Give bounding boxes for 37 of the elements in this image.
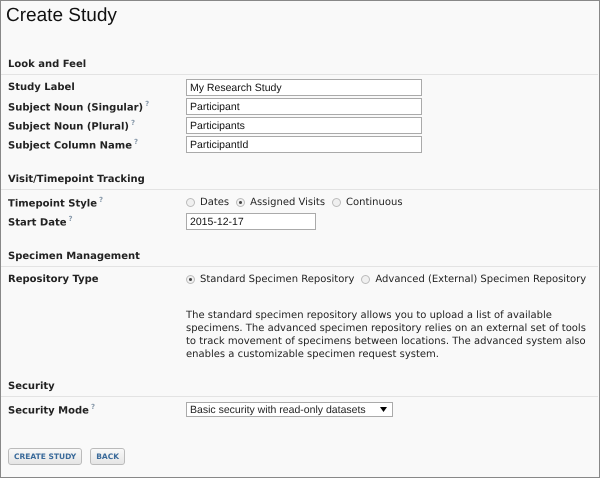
- help-link[interactable]: ?: [130, 118, 136, 127]
- field-label: Study Label: [8, 82, 75, 93]
- field-label: Security Mode: [8, 405, 89, 416]
- field-label: Subject Noun (Plural): [8, 121, 129, 132]
- radio-label: Advanced (External) Specimen Repository: [375, 274, 586, 285]
- radio-button[interactable]: [332, 198, 342, 207]
- radio-button[interactable]: [236, 198, 246, 207]
- field-label: Start Date: [8, 217, 67, 228]
- field-label: Subject Noun (Singular): [8, 102, 144, 114]
- text-field[interactable]: ParticipantId: [186, 136, 422, 153]
- radio-button[interactable]: [361, 275, 370, 284]
- caret-icon: [380, 407, 387, 412]
- text-field[interactable]: Participant: [186, 98, 422, 115]
- page-title: Create Study: [5, 4, 118, 28]
- radio-label: Assigned Visits: [250, 197, 326, 208]
- security-mode-dropdown[interactable]: Basic security with read-only datasets: [186, 402, 393, 417]
- field-label: Subject Column Name: [8, 140, 132, 152]
- section-heading: Security: [1, 381, 598, 397]
- field-label: Timepoint Style: [8, 198, 97, 210]
- text-field[interactable]: Participants: [186, 117, 422, 134]
- help-link[interactable]: ?: [145, 100, 150, 108]
- date-field[interactable]: 2015-12-17: [186, 213, 316, 230]
- help-link[interactable]: ?: [99, 196, 104, 204]
- help-link[interactable]: ?: [68, 214, 73, 223]
- help-link[interactable]: ?: [90, 402, 95, 411]
- radio-label: Continuous: [346, 197, 403, 208]
- radio-button[interactable]: [186, 275, 195, 284]
- help-link[interactable]: ?: [134, 138, 138, 146]
- description-text: The standard specimen repository allows you to upload a list of available specimens. The advanced specimen repository relies on an external set of tools to track movement of specimens between locations. The advanced system also enables a customizable specimen request system.: [186, 309, 587, 361]
- radio-label: Dates: [200, 197, 230, 208]
- radio-button[interactable]: [186, 198, 195, 207]
- section-heading: Look and Feel: [1, 59, 598, 75]
- text-field[interactable]: My Research Study: [186, 79, 422, 96]
- section-heading: Specimen Management: [1, 251, 598, 267]
- field-label: Repository Type: [8, 274, 99, 285]
- radio-label: Standard Specimen Repository: [200, 274, 354, 285]
- section-heading: Visit/Timepoint Tracking: [1, 174, 598, 190]
